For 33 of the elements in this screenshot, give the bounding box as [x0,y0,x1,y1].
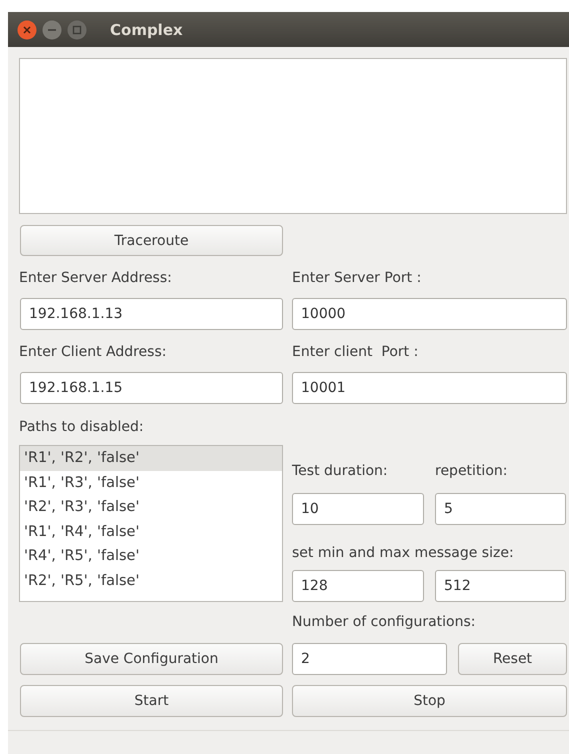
list-item[interactable]: 'R1', 'R4', 'false' [20,520,282,544]
input-field[interactable]: 128 [292,570,424,602]
reset-button[interactable]: Reset [458,643,567,675]
minimize-icon[interactable] [42,20,62,40]
list-item[interactable]: 'R4', 'R5', 'false' [20,544,282,568]
close-icon[interactable] [17,20,37,40]
field-label: Enter Server Port : [292,269,422,288]
field-label: Paths to disabled: [19,418,145,437]
list-item[interactable]: 'R1', 'R2', 'false' [20,446,282,470]
field-label: Enter client Port : [292,343,420,362]
input-field[interactable]: 10001 [292,372,567,404]
list-item[interactable]: 'R2', 'R3', 'false' [20,495,282,520]
field-label: Enter Client Address: [19,343,168,362]
list-item[interactable]: 'R2', 'R5', 'false' [20,568,282,593]
field-label: Test duration: [292,462,389,481]
input-field[interactable]: 10 [292,493,424,525]
list-item[interactable]: 'R1', 'R3', 'false' [20,470,282,495]
input-field[interactable]: 512 [435,570,566,602]
field-label: Enter Server Address: [19,269,173,288]
window-title: Complex [110,20,183,38]
save-configuration-button[interactable]: Save Configuration [20,643,283,675]
field-label: Number of configurations: [292,613,477,632]
input-field[interactable]: 5 [435,493,566,525]
input-field[interactable]: 192.168.1.15 [20,372,283,404]
field-label: set min and max message size: [292,544,515,563]
input-field[interactable]: 10000 [292,298,567,330]
field-label: repetition: [435,462,508,481]
start-button[interactable]: Start [20,685,283,717]
input-field[interactable]: 192.168.1.13 [20,298,283,330]
maximize-icon[interactable] [67,20,87,40]
input-field[interactable]: 2 [292,643,447,675]
traceroute-button[interactable]: Traceroute [20,225,283,256]
stop-button[interactable]: Stop [292,685,567,717]
